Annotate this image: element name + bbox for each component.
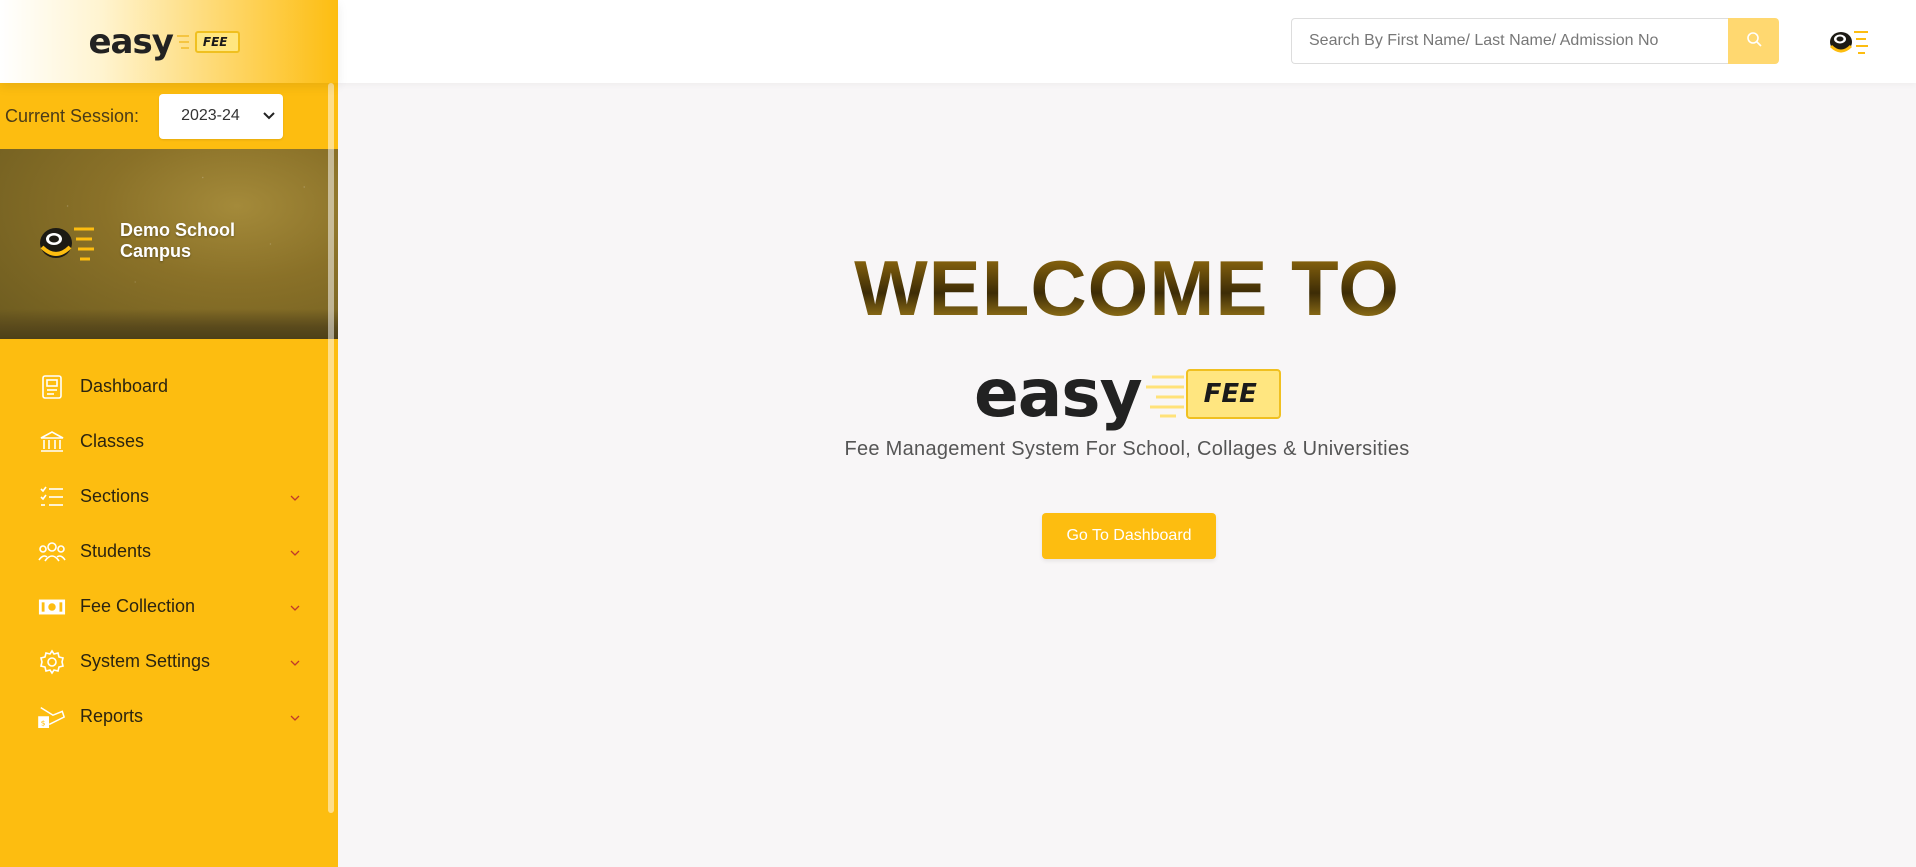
chevron-down-icon [263, 107, 275, 125]
sidebar-item-label: Sections [80, 486, 150, 506]
welcome-heading: WELCOME TO [338, 243, 1916, 334]
sidebar-item-system-settings[interactable]: System Settings [0, 634, 338, 689]
sidebar-item-dashboard[interactable]: Dashboard [0, 359, 338, 414]
session-select[interactable]: 2023-24 [159, 93, 284, 139]
sidebar-item-fee-collection[interactable]: Fee Collection [0, 579, 338, 634]
classes-icon [38, 428, 66, 456]
svg-text:$: $ [41, 718, 46, 727]
sidebar-item-label: System Settings [80, 651, 211, 671]
sidebar-item-reports[interactable]: $ Reports [0, 689, 338, 744]
tagline: Fee Management System For School, Collag… [844, 438, 1410, 460]
search-bar [1291, 18, 1779, 64]
brand-logo-text: easy [974, 355, 1143, 432]
sidebar-item-label: Reports [80, 706, 144, 726]
top-header [338, 0, 1916, 83]
search-button[interactable] [1728, 18, 1779, 64]
sections-icon [38, 483, 66, 511]
settings-icon [38, 648, 66, 676]
logo-text: easy [88, 21, 174, 62]
go-to-dashboard-button[interactable]: Go To Dashboard [1042, 513, 1216, 559]
sidebar-item-label: Fee Collection [80, 596, 196, 616]
dashboard-icon [38, 373, 66, 401]
session-row: Current Session: 2023-24 [0, 83, 338, 149]
brand-speed-lines-icon [1145, 375, 1184, 417]
search-icon [1746, 31, 1762, 52]
campus-banner: Demo School Campus [0, 149, 338, 339]
main-content: WELCOME TO easy FEE Fee Management Syste… [338, 83, 1916, 867]
campus-name: Demo School Campus [120, 220, 236, 261]
chevron-down-icon [290, 545, 300, 559]
chevron-down-icon [290, 600, 300, 614]
sidebar-item-label: Classes [80, 431, 145, 451]
sidebar-item-students[interactable]: Students [0, 524, 338, 579]
sidebar-scrollbar[interactable] [328, 83, 334, 813]
sidebar-item-label: Dashboard [80, 376, 169, 396]
avatar-logo-icon [1829, 31, 1868, 54]
campus-treeline [0, 309, 338, 339]
chevron-down-icon [290, 655, 300, 669]
students-icon [38, 538, 66, 566]
brand-logo-badge: FEE [1185, 368, 1281, 419]
sidebar-scrollbar-thumb[interactable] [328, 83, 334, 813]
user-avatar[interactable] [1828, 22, 1870, 62]
sidebar-logo[interactable]: easy FEE [0, 0, 338, 83]
logo-badge: FEE [194, 30, 240, 53]
reports-icon: $ [38, 703, 66, 731]
logo-speed-lines-icon [176, 34, 189, 49]
sidebar-item-sections[interactable]: Sections [0, 469, 338, 524]
sidebar-item-label: Students [80, 541, 152, 561]
chevron-down-icon [290, 490, 300, 504]
fee-collection-icon [38, 593, 66, 621]
campus-logo-icon [40, 227, 94, 261]
brand-logo: easy FEE [974, 355, 1281, 432]
sidebar: easy FEE Current Session: 2023-24 Demo S… [0, 0, 338, 867]
sidebar-nav: Dashboard Classes Sections Students Fee … [0, 339, 338, 744]
sidebar-item-classes[interactable]: Classes [0, 414, 338, 469]
search-input[interactable] [1291, 18, 1728, 64]
chevron-down-icon [290, 710, 300, 724]
session-value: 2023-24 [181, 107, 240, 124]
session-label: Current Session: [5, 105, 140, 126]
